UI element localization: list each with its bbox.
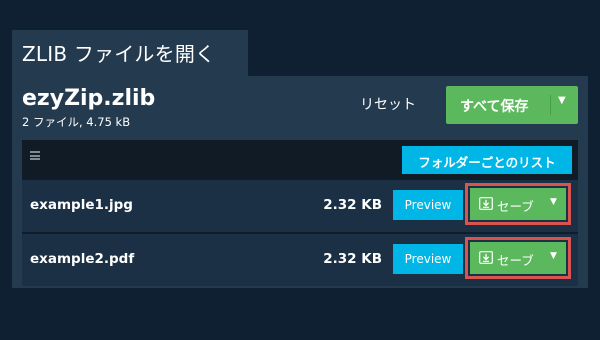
save-all-divider [550, 95, 551, 115]
caret-down-icon[interactable]: ▼ [558, 95, 566, 106]
page-tab: ZLIB ファイルを開く [12, 30, 248, 76]
save-all-label: すべて保存 [460, 99, 529, 115]
file-list: フォルダーごとのリスト example1.jpg 2.32 KB Preview… [22, 140, 578, 286]
preview-label: Preview [404, 198, 452, 212]
file-list-header: フォルダーごとのリスト [22, 140, 578, 178]
save-button[interactable]: セーブ ▼ [470, 242, 566, 274]
save-all-button[interactable]: すべて保存 ▼ [446, 86, 578, 124]
file-name: example2.pdf [30, 251, 135, 267]
page-title: ZLIB ファイルを開く [22, 42, 216, 66]
reset-button[interactable]: リセット [360, 94, 416, 114]
folder-list-button[interactable]: フォルダーごとのリスト [402, 146, 572, 174]
caret-down-icon[interactable]: ▼ [550, 251, 557, 261]
file-size: 2.32 KB [323, 197, 382, 213]
archive-info: 2 ファイル, 4.75 kB [22, 115, 131, 129]
save-label: セーブ [497, 199, 534, 214]
save-highlight: セーブ ▼ [465, 183, 571, 225]
save-label: セーブ [497, 253, 534, 268]
archive-name: ezyZip.zlib [22, 86, 156, 111]
download-icon [479, 251, 493, 264]
file-row: example1.jpg 2.32 KB Preview セーブ ▼ [22, 180, 578, 232]
hamburger-menu-icon[interactable] [30, 151, 40, 160]
file-size: 2.32 KB [323, 251, 382, 267]
save-button[interactable]: セーブ ▼ [470, 188, 566, 220]
download-icon [479, 197, 493, 210]
folder-list-label: フォルダーごとのリスト [418, 155, 556, 170]
save-highlight: セーブ ▼ [465, 237, 571, 279]
preview-button[interactable]: Preview [393, 244, 463, 274]
file-name: example1.jpg [30, 197, 133, 213]
archive-panel: ezyZip.zlib 2 ファイル, 4.75 kB リセット すべて保存 ▼… [12, 76, 588, 288]
preview-button[interactable]: Preview [393, 190, 463, 220]
caret-down-icon[interactable]: ▼ [550, 197, 557, 207]
preview-label: Preview [404, 252, 452, 266]
file-row: example2.pdf 2.32 KB Preview セーブ ▼ [22, 234, 578, 286]
